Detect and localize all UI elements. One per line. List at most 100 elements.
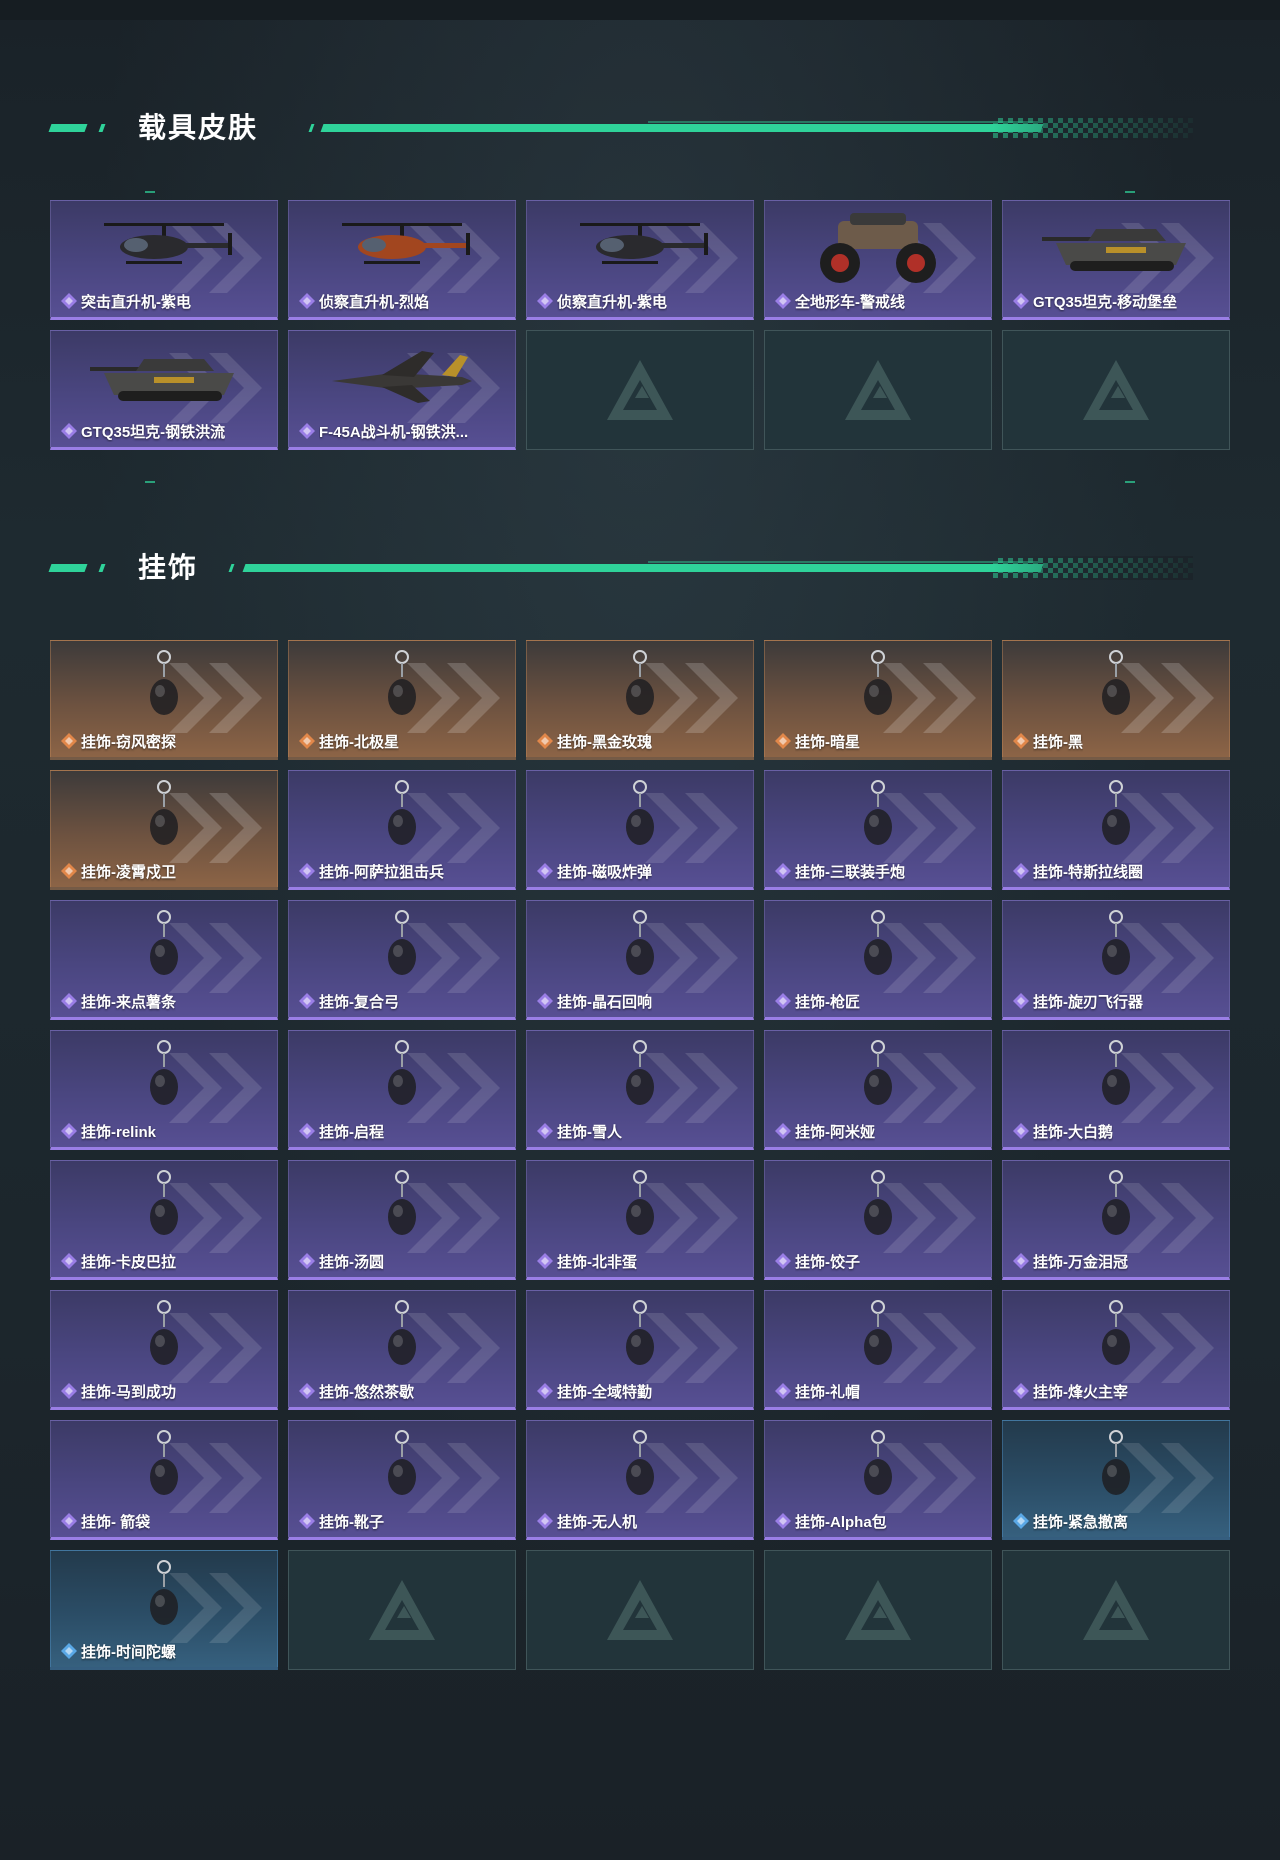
rarity-diamond-icon — [537, 293, 553, 309]
header-accent-bar — [48, 124, 88, 132]
rarity-diamond-icon — [1013, 293, 1029, 309]
charm-card[interactable]: 挂饰-磁吸炸弹 — [526, 770, 754, 890]
charm-grid: 挂饰-窃风密探挂饰-北极星 挂饰-黑金玫瑰挂饰-暗星 挂饰-黑挂饰-凌霄戍卫挂饰-阿… — [50, 640, 1230, 1670]
rarity-diamond-icon — [61, 293, 77, 309]
item-name: 挂饰-启程 — [319, 1123, 384, 1141]
item-label-row: 挂饰-北极星 — [299, 731, 509, 751]
item-label-row: 挂饰-卡皮巴拉 — [61, 1251, 271, 1271]
charm-card[interactable]: 挂饰-全域特勤 — [526, 1290, 754, 1410]
item-label-row: 挂饰-饺子 — [775, 1251, 985, 1271]
charm-card[interactable]: 挂饰-饺子 — [764, 1160, 992, 1280]
empty-slot — [526, 330, 754, 450]
rarity-diamond-icon — [1013, 993, 1029, 1009]
charm-card[interactable]: 挂饰-暗星 — [764, 640, 992, 760]
header-line — [320, 124, 1044, 132]
rarity-diamond-icon — [299, 1253, 315, 1269]
charm-card[interactable]: 挂饰-靴子 — [288, 1420, 516, 1540]
item-label-row: 挂饰-晶石回响 — [537, 991, 747, 1011]
charm-card[interactable]: 挂饰-窃风密探 — [50, 640, 278, 760]
item-label-row: 挂饰-全域特勤 — [537, 1381, 747, 1401]
charm-card[interactable]: 挂饰-阿萨拉狙击兵 — [288, 770, 516, 890]
charm-card[interactable]: 挂饰-万金泪冠 — [1002, 1160, 1230, 1280]
vehicle-skin-card[interactable]: 侦察直升机-紫电 — [526, 200, 754, 320]
charm-card[interactable]: 挂饰-来点薯条 — [50, 900, 278, 1020]
item-name: 挂饰-时间陀螺 — [81, 1643, 176, 1661]
rarity-diamond-icon — [537, 1513, 553, 1529]
empty-slot — [1002, 330, 1230, 450]
item-name: 全地形车-警戒线 — [795, 293, 905, 311]
item-label-row: 挂饰-复合弓 — [299, 991, 509, 1011]
charm-card[interactable]: 挂饰-北极星 — [288, 640, 516, 760]
header-checker-fade — [993, 556, 1193, 580]
charm-card[interactable]: 挂饰-黑金玫瑰 — [526, 640, 754, 760]
charm-card[interactable]: 挂饰-relink — [50, 1030, 278, 1150]
item-name: 挂饰-紧急撤离 — [1033, 1513, 1128, 1531]
item-name: 挂饰-北非蛋 — [557, 1253, 637, 1271]
rarity-diamond-icon — [1013, 1383, 1029, 1399]
charm-card[interactable]: 挂饰-卡皮巴拉 — [50, 1160, 278, 1280]
charm-card[interactable]: 挂饰-黑 — [1002, 640, 1230, 760]
rarity-diamond-icon — [61, 1643, 77, 1659]
rarity-diamond-icon — [299, 423, 315, 439]
item-label-row: 挂饰-relink — [61, 1121, 271, 1141]
charm-icon — [864, 780, 892, 845]
vehicle-skin-card[interactable]: 侦察直升机-烈焰 — [288, 200, 516, 320]
charm-card[interactable]: 挂饰-悠然茶歇 — [288, 1290, 516, 1410]
charm-icon — [626, 780, 654, 845]
charm-card[interactable]: 挂饰-Alpha包 — [764, 1420, 992, 1540]
section-title: 挂饰 — [138, 552, 199, 583]
placeholder-logo-icon — [607, 1580, 673, 1640]
item-label-row: 挂饰-特斯拉线圈 — [1013, 861, 1223, 881]
vehicle-skin-card[interactable]: 全地形车-警戒线 — [764, 200, 992, 320]
rarity-diamond-icon — [299, 863, 315, 879]
charm-card[interactable]: 挂饰-礼帽 — [764, 1290, 992, 1410]
vehicle-skin-card[interactable]: F-45A战斗机-钢铁洪... — [288, 330, 516, 450]
charm-card[interactable]: 挂饰-晶石回响 — [526, 900, 754, 1020]
charm-card[interactable]: 挂饰-复合弓 — [288, 900, 516, 1020]
vehicle-skin-card[interactable]: GTQ35坦克-移动堡垒 — [1002, 200, 1230, 320]
item-label-row: 挂饰-三联装手炮 — [775, 861, 985, 881]
item-name: 挂饰-汤圆 — [319, 1253, 384, 1271]
helicopter-attack-icon — [104, 223, 232, 264]
charm-icon — [150, 780, 178, 845]
item-name: 挂饰-万金泪冠 — [1033, 1253, 1128, 1271]
charm-card[interactable]: 挂饰-无人机 — [526, 1420, 754, 1540]
charm-card[interactable]: 挂饰-大白鹅 — [1002, 1030, 1230, 1150]
charm-card[interactable]: 挂饰-枪匠 — [764, 900, 992, 1020]
rarity-diamond-icon — [61, 1513, 77, 1529]
placeholder-logo-icon — [845, 1580, 911, 1640]
rarity-diamond-icon — [299, 1383, 315, 1399]
charm-card[interactable]: 挂饰-时间陀螺 — [50, 1550, 278, 1670]
charm-icon — [150, 650, 178, 715]
item-name: 挂饰-旋刃飞行器 — [1033, 993, 1143, 1011]
rarity-diamond-icon — [537, 1383, 553, 1399]
charm-card[interactable]: 挂饰-特斯拉线圈 — [1002, 770, 1230, 890]
header-accent-tick — [98, 124, 106, 132]
charm-card[interactable]: 挂饰-汤圆 — [288, 1160, 516, 1280]
charm-card[interactable]: 挂饰- 箭袋 — [50, 1420, 278, 1540]
item-name: 挂饰-磁吸炸弹 — [557, 863, 652, 881]
item-label-row: 挂饰-阿萨拉狙击兵 — [299, 861, 509, 881]
item-name: 挂饰-靴子 — [319, 1513, 384, 1531]
charm-card[interactable]: 挂饰-旋刃飞行器 — [1002, 900, 1230, 1020]
charm-card[interactable]: 挂饰-启程 — [288, 1030, 516, 1150]
charm-card[interactable]: 挂饰-凌霄戍卫 — [50, 770, 278, 890]
charm-icon — [1102, 1430, 1130, 1495]
charm-card[interactable]: 挂饰-雪人 — [526, 1030, 754, 1150]
empty-slot — [764, 1550, 992, 1670]
charm-card[interactable]: 挂饰-三联装手炮 — [764, 770, 992, 890]
vehicle-skin-card[interactable]: 突击直升机-紫电 — [50, 200, 278, 320]
charm-card[interactable]: 挂饰-烽火主宰 — [1002, 1290, 1230, 1410]
item-label-row: 挂饰-Alpha包 — [775, 1511, 985, 1531]
charm-card[interactable]: 挂饰-马到成功 — [50, 1290, 278, 1410]
charm-card[interactable]: 挂饰-阿米娅 — [764, 1030, 992, 1150]
item-name: 挂饰-三联装手炮 — [795, 863, 905, 881]
item-name: 挂饰-暗星 — [795, 733, 860, 751]
charm-card[interactable]: 挂饰-紧急撤离 — [1002, 1420, 1230, 1540]
charm-icon — [1102, 780, 1130, 845]
item-label-row: 挂饰-礼帽 — [775, 1381, 985, 1401]
charm-card[interactable]: 挂饰-北非蛋 — [526, 1160, 754, 1280]
charm-icon — [388, 780, 416, 845]
vehicle-skin-card[interactable]: GTQ35坦克-钢铁洪流 — [50, 330, 278, 450]
charm-icon — [388, 910, 416, 975]
